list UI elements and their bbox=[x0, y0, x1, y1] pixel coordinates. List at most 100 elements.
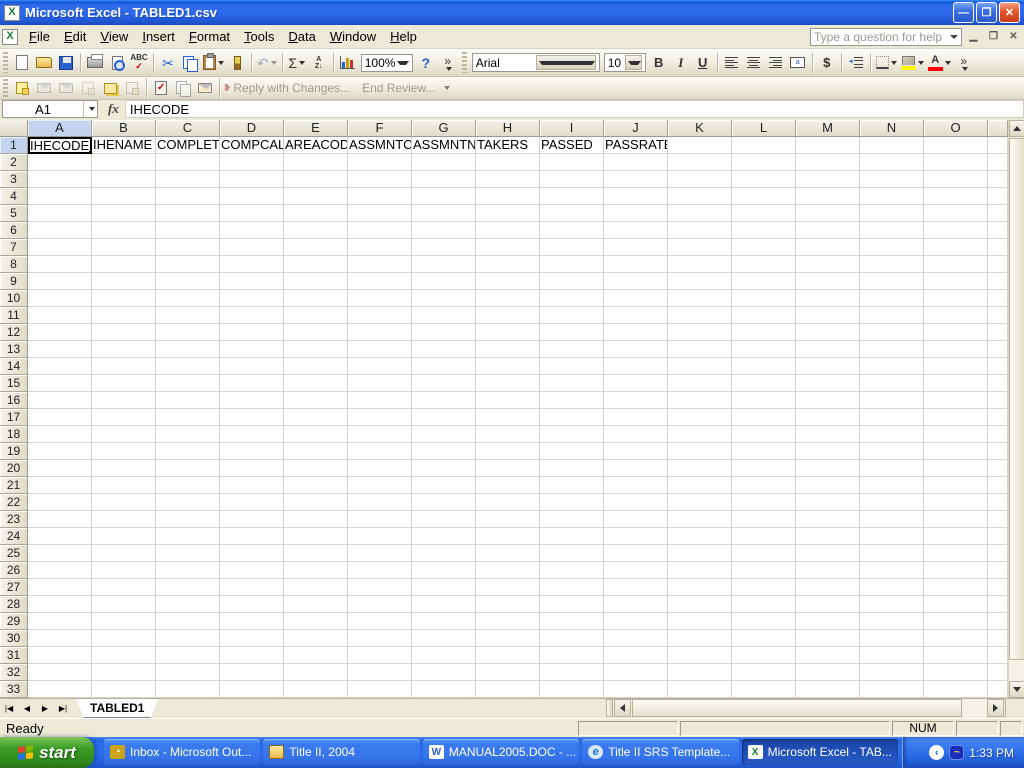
cell-C26[interactable] bbox=[156, 562, 220, 579]
cell-D33[interactable] bbox=[220, 681, 284, 698]
cell-O2[interactable] bbox=[924, 154, 988, 171]
cell-O16[interactable] bbox=[924, 392, 988, 409]
cell-K27[interactable] bbox=[668, 579, 732, 596]
row-header-30[interactable]: 30 bbox=[0, 630, 28, 647]
cell-N6[interactable] bbox=[860, 222, 924, 239]
cell-N23[interactable] bbox=[860, 511, 924, 528]
cell-G15[interactable] bbox=[412, 375, 476, 392]
cell-J17[interactable] bbox=[604, 409, 668, 426]
cell-C1[interactable]: COMPLETE bbox=[156, 137, 220, 154]
cell-F10[interactable] bbox=[348, 290, 412, 307]
cell-O14[interactable] bbox=[924, 358, 988, 375]
cell-J23[interactable] bbox=[604, 511, 668, 528]
cell-C16[interactable] bbox=[156, 392, 220, 409]
cell-E2[interactable] bbox=[284, 154, 348, 171]
cell-E15[interactable] bbox=[284, 375, 348, 392]
cell-D19[interactable] bbox=[220, 443, 284, 460]
cell-I12[interactable] bbox=[540, 324, 604, 341]
cell-O13[interactable] bbox=[924, 341, 988, 358]
cell-C11[interactable] bbox=[156, 307, 220, 324]
cell-H32[interactable] bbox=[476, 664, 540, 681]
cell-L1[interactable] bbox=[732, 137, 796, 154]
chevron-down-icon[interactable] bbox=[83, 101, 97, 117]
cell-G28[interactable] bbox=[412, 596, 476, 613]
cell-G8[interactable] bbox=[412, 256, 476, 273]
cell-F2[interactable] bbox=[348, 154, 412, 171]
cell-G3[interactable] bbox=[412, 171, 476, 188]
cell-O23[interactable] bbox=[924, 511, 988, 528]
formula-input[interactable]: IHECODE bbox=[124, 100, 1024, 118]
vertical-scrollbar[interactable] bbox=[1008, 120, 1024, 698]
cell-H19[interactable] bbox=[476, 443, 540, 460]
cell-G33[interactable] bbox=[412, 681, 476, 698]
cell-J30[interactable] bbox=[604, 630, 668, 647]
cell-I25[interactable] bbox=[540, 545, 604, 562]
cell-E19[interactable] bbox=[284, 443, 348, 460]
cell-M19[interactable] bbox=[796, 443, 860, 460]
cell-I9[interactable] bbox=[540, 273, 604, 290]
cell-N22[interactable] bbox=[860, 494, 924, 511]
cell-F15[interactable] bbox=[348, 375, 412, 392]
cell-D30[interactable] bbox=[220, 630, 284, 647]
cell-F32[interactable] bbox=[348, 664, 412, 681]
new-comment-icon[interactable] bbox=[11, 77, 33, 99]
cell-L27[interactable] bbox=[732, 579, 796, 596]
cell-J8[interactable] bbox=[604, 256, 668, 273]
cell-M27[interactable] bbox=[796, 579, 860, 596]
cell-M5[interactable] bbox=[796, 205, 860, 222]
cell-C13[interactable] bbox=[156, 341, 220, 358]
cell-O28[interactable] bbox=[924, 596, 988, 613]
cell-M21[interactable] bbox=[796, 477, 860, 494]
column-header-F[interactable]: F bbox=[348, 120, 412, 137]
cell-L21[interactable] bbox=[732, 477, 796, 494]
cell-D16[interactable] bbox=[220, 392, 284, 409]
cell-H5[interactable] bbox=[476, 205, 540, 222]
row-header-16[interactable]: 16 bbox=[0, 392, 28, 409]
cell-A5[interactable] bbox=[28, 205, 92, 222]
row-header-23[interactable]: 23 bbox=[0, 511, 28, 528]
cell-I26[interactable] bbox=[540, 562, 604, 579]
cell-E25[interactable] bbox=[284, 545, 348, 562]
cell-A20[interactable] bbox=[28, 460, 92, 477]
cell-H27[interactable] bbox=[476, 579, 540, 596]
paste-icon[interactable] bbox=[201, 52, 226, 74]
cell-D32[interactable] bbox=[220, 664, 284, 681]
cell-H2[interactable] bbox=[476, 154, 540, 171]
cell-C18[interactable] bbox=[156, 426, 220, 443]
cell-D20[interactable] bbox=[220, 460, 284, 477]
cell-M13[interactable] bbox=[796, 341, 860, 358]
cell-N4[interactable] bbox=[860, 188, 924, 205]
row-header-7[interactable]: 7 bbox=[0, 239, 28, 256]
menu-insert[interactable]: Insert bbox=[135, 26, 182, 47]
cell-J14[interactable] bbox=[604, 358, 668, 375]
cell-C24[interactable] bbox=[156, 528, 220, 545]
cell-J18[interactable] bbox=[604, 426, 668, 443]
cell-D22[interactable] bbox=[220, 494, 284, 511]
chevron-down-icon[interactable] bbox=[950, 34, 958, 39]
cell-C12[interactable] bbox=[156, 324, 220, 341]
end-review-button[interactable]: End Review... bbox=[362, 81, 435, 95]
close-button[interactable]: ✕ bbox=[999, 2, 1020, 23]
cell-J9[interactable] bbox=[604, 273, 668, 290]
cell-N30[interactable] bbox=[860, 630, 924, 647]
horizontal-scrollbar[interactable] bbox=[606, 699, 1004, 717]
cell-O33[interactable] bbox=[924, 681, 988, 698]
row-header-25[interactable]: 25 bbox=[0, 545, 28, 562]
cell-C20[interactable] bbox=[156, 460, 220, 477]
cell-A11[interactable] bbox=[28, 307, 92, 324]
cell-F24[interactable] bbox=[348, 528, 412, 545]
cell-A7[interactable] bbox=[28, 239, 92, 256]
row-header-33[interactable]: 33 bbox=[0, 681, 28, 698]
cell-F29[interactable] bbox=[348, 613, 412, 630]
cell-F13[interactable] bbox=[348, 341, 412, 358]
cell-L28[interactable] bbox=[732, 596, 796, 613]
cell-G30[interactable] bbox=[412, 630, 476, 647]
cell-M3[interactable] bbox=[796, 171, 860, 188]
cell-A28[interactable] bbox=[28, 596, 92, 613]
cell-C4[interactable] bbox=[156, 188, 220, 205]
cell-I6[interactable] bbox=[540, 222, 604, 239]
cell-H33[interactable] bbox=[476, 681, 540, 698]
cell-M7[interactable] bbox=[796, 239, 860, 256]
tab-split-handle[interactable] bbox=[606, 699, 613, 717]
new-workbook-icon[interactable] bbox=[11, 52, 33, 74]
